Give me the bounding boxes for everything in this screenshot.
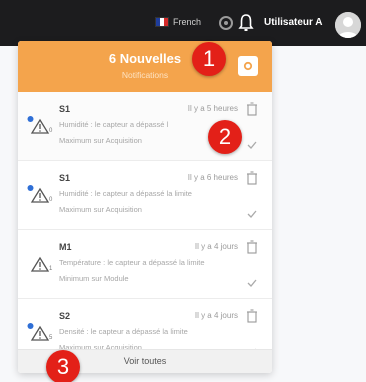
notification-code: M1 — [59, 242, 72, 252]
notification-message: Humidité : le capteur a dépassé la limit… — [59, 189, 192, 198]
user-name[interactable]: Utilisateur A — [264, 17, 323, 28]
notification-code: S1 — [59, 104, 71, 114]
panel-subtitle: Notifications — [121, 70, 169, 80]
notification-settings-button[interactable] — [238, 56, 258, 76]
gear-icon[interactable] — [219, 16, 233, 30]
trash-icon[interactable] — [246, 171, 258, 185]
language-label: French — [173, 17, 202, 27]
notification-time: Il y a 4 jours — [194, 311, 238, 320]
notification-message: Densité : le capteur a dépassé la limite — [59, 327, 188, 336]
check-icon[interactable] — [247, 209, 257, 219]
gear-icon — [243, 61, 253, 71]
notifications-panel: 6 Nouvelles Notifications 0 S1 Il y a 5 … — [18, 41, 272, 373]
check-icon[interactable] — [247, 140, 257, 150]
notification-item[interactable]: 1 M1 Il y a 4 jours Température : le cap… — [18, 230, 272, 299]
bell-icon[interactable] — [238, 13, 254, 33]
language-selector[interactable]: French — [155, 17, 201, 27]
notification-time: Il y a 5 heures — [187, 104, 238, 113]
top-bar: French Utilisateur A — [0, 0, 366, 46]
trash-icon[interactable] — [246, 240, 258, 254]
trash-icon[interactable] — [246, 309, 258, 323]
notification-badge: 0 — [49, 128, 53, 134]
notification-code: S2 — [59, 311, 71, 321]
avatar[interactable] — [335, 12, 361, 38]
notification-detail: Minimum sur Module — [59, 274, 129, 283]
notification-detail: Maximum sur Acquisition — [59, 205, 142, 214]
callout-marker-2: 2 — [208, 120, 242, 154]
notification-time: Il y a 6 heures — [187, 173, 238, 182]
notification-time: Il y a 4 jours — [194, 242, 238, 251]
notification-badge: 0 — [49, 197, 53, 203]
page: French Utilisateur A 6 Nouvelles Notific… — [0, 0, 366, 382]
trash-icon[interactable] — [246, 102, 258, 116]
panel-header: 6 Nouvelles Notifications — [18, 41, 272, 92]
french-flag-icon — [155, 17, 169, 27]
notification-item[interactable]: 0 S1 Il y a 6 heures Humidité : le capte… — [18, 161, 272, 230]
notification-badge: 1 — [49, 266, 53, 272]
notification-badge: 5 — [49, 335, 53, 341]
check-icon[interactable] — [247, 278, 257, 288]
callout-marker-3: 3 — [46, 350, 80, 382]
notification-message: Température : le capteur a dépassé la li… — [59, 258, 205, 267]
notification-code: S1 — [59, 173, 71, 183]
panel-title: 6 Nouvelles — [108, 51, 182, 66]
callout-marker-1: 1 — [192, 42, 226, 76]
